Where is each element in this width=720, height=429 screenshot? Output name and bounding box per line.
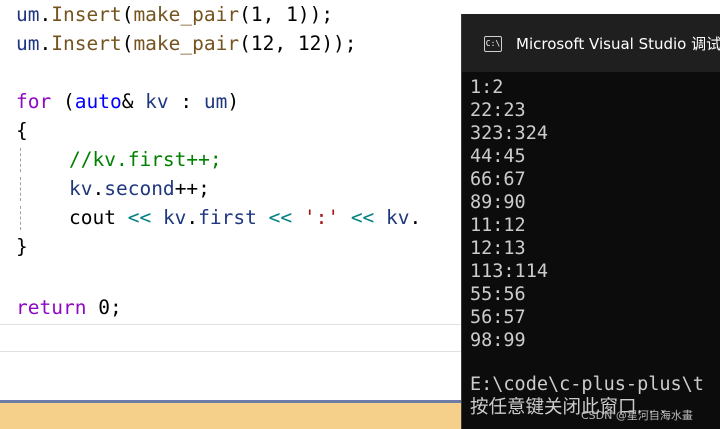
console-output-line: 55:56 xyxy=(470,284,526,305)
code-token: } xyxy=(16,235,28,258)
code-token: . xyxy=(92,177,105,200)
code-token: for xyxy=(16,90,52,113)
code-token: ( xyxy=(51,90,75,113)
indent-guide xyxy=(20,177,21,201)
console-output-line: 12:13 xyxy=(470,238,526,259)
code-token: kv xyxy=(386,206,410,229)
code-token: ( xyxy=(121,32,134,55)
console-output-line: 89:90 xyxy=(470,192,526,213)
code-token: )); xyxy=(297,3,334,26)
code-token: ++; xyxy=(174,177,210,200)
code-token: make_pair xyxy=(133,3,240,26)
console-output-line: 44:45 xyxy=(470,146,526,167)
console-output-line: 323:324 xyxy=(470,123,548,144)
console-output-line: 66:67 xyxy=(470,169,526,190)
code-token: 12 xyxy=(297,32,322,55)
console-title: Microsoft Visual Studio 调试控 xyxy=(516,35,720,53)
code-line-for: for (auto& kv : um) xyxy=(16,90,239,114)
code-token: second xyxy=(104,177,175,200)
code-line-return: return 0; xyxy=(16,296,122,320)
code-token: , xyxy=(262,3,287,26)
code-token: 1 xyxy=(286,3,298,26)
code-token: kv xyxy=(69,177,93,200)
code-token: & xyxy=(121,90,134,113)
code-token: . xyxy=(186,206,199,229)
code-token: first xyxy=(198,206,257,229)
code-token: Insert xyxy=(51,3,122,26)
console-output-line: 113:114 xyxy=(470,261,548,282)
code-token: ) xyxy=(227,90,240,113)
console-output-line: 1:2 xyxy=(470,77,504,98)
code-token: ( xyxy=(121,3,134,26)
code-token: 0 xyxy=(86,296,110,319)
code-token: um xyxy=(203,90,228,113)
code-line-increment: kv.second++; xyxy=(69,177,210,201)
code-token: cout xyxy=(69,206,116,229)
code-token: << xyxy=(339,206,387,229)
code-token: 12 xyxy=(250,32,275,55)
code-line-comment: //kv.first++; xyxy=(69,148,222,172)
code-token: ( xyxy=(239,32,251,55)
console-output-line: 22:23 xyxy=(470,100,526,121)
code-token: . xyxy=(39,3,52,26)
debug-console-window[interactable]: C:\ Microsoft Visual Studio 调试控 1:2 22:23… xyxy=(461,14,720,429)
console-output-line: 98:99 xyxy=(470,330,526,351)
code-token: : xyxy=(168,90,204,113)
code-token: { xyxy=(16,119,28,142)
code-token: auto xyxy=(74,90,122,113)
code-line-2: um.Insert(make_pair(12, 12)); xyxy=(16,32,357,56)
indent-guide xyxy=(20,206,21,230)
code-token: ( xyxy=(239,3,251,26)
code-token: //kv.first++; xyxy=(69,148,222,171)
code-token: << xyxy=(256,206,304,229)
code-token: 1 xyxy=(250,3,263,26)
code-token: << xyxy=(115,206,163,229)
console-output-line: 11:12 xyxy=(470,215,526,236)
console-output-line: 56:57 xyxy=(470,307,526,328)
watermark: CSDN @星河自海水畫 xyxy=(581,409,693,422)
code-token: )); xyxy=(321,32,357,55)
indent-guide xyxy=(20,148,21,172)
code-token: ; xyxy=(109,296,122,319)
code-line-cout: cout << kv.first << ':' << kv. xyxy=(69,206,421,230)
code-token: Insert xyxy=(51,32,122,55)
code-token: . xyxy=(409,206,422,229)
code-line-open-brace: { xyxy=(16,119,28,143)
code-token: um xyxy=(16,32,40,55)
code-token: kv xyxy=(162,206,187,229)
code-token: kv xyxy=(133,90,169,113)
code-token: ':' xyxy=(303,206,340,229)
code-token: . xyxy=(39,32,52,55)
code-line-1: um.Insert(make_pair(1, 1)); xyxy=(16,3,333,27)
console-title-bar[interactable]: C:\ Microsoft Visual Studio 调试控 xyxy=(462,14,720,72)
code-token: , xyxy=(274,32,298,55)
code-token: return xyxy=(16,296,87,319)
code-token: make_pair xyxy=(133,32,240,55)
console-path-line: E:\code\c-plus-plus\t xyxy=(470,374,704,395)
code-token: um xyxy=(16,3,40,26)
code-line-close-brace: } xyxy=(16,235,28,259)
console-app-icon: C:\ xyxy=(484,36,502,52)
